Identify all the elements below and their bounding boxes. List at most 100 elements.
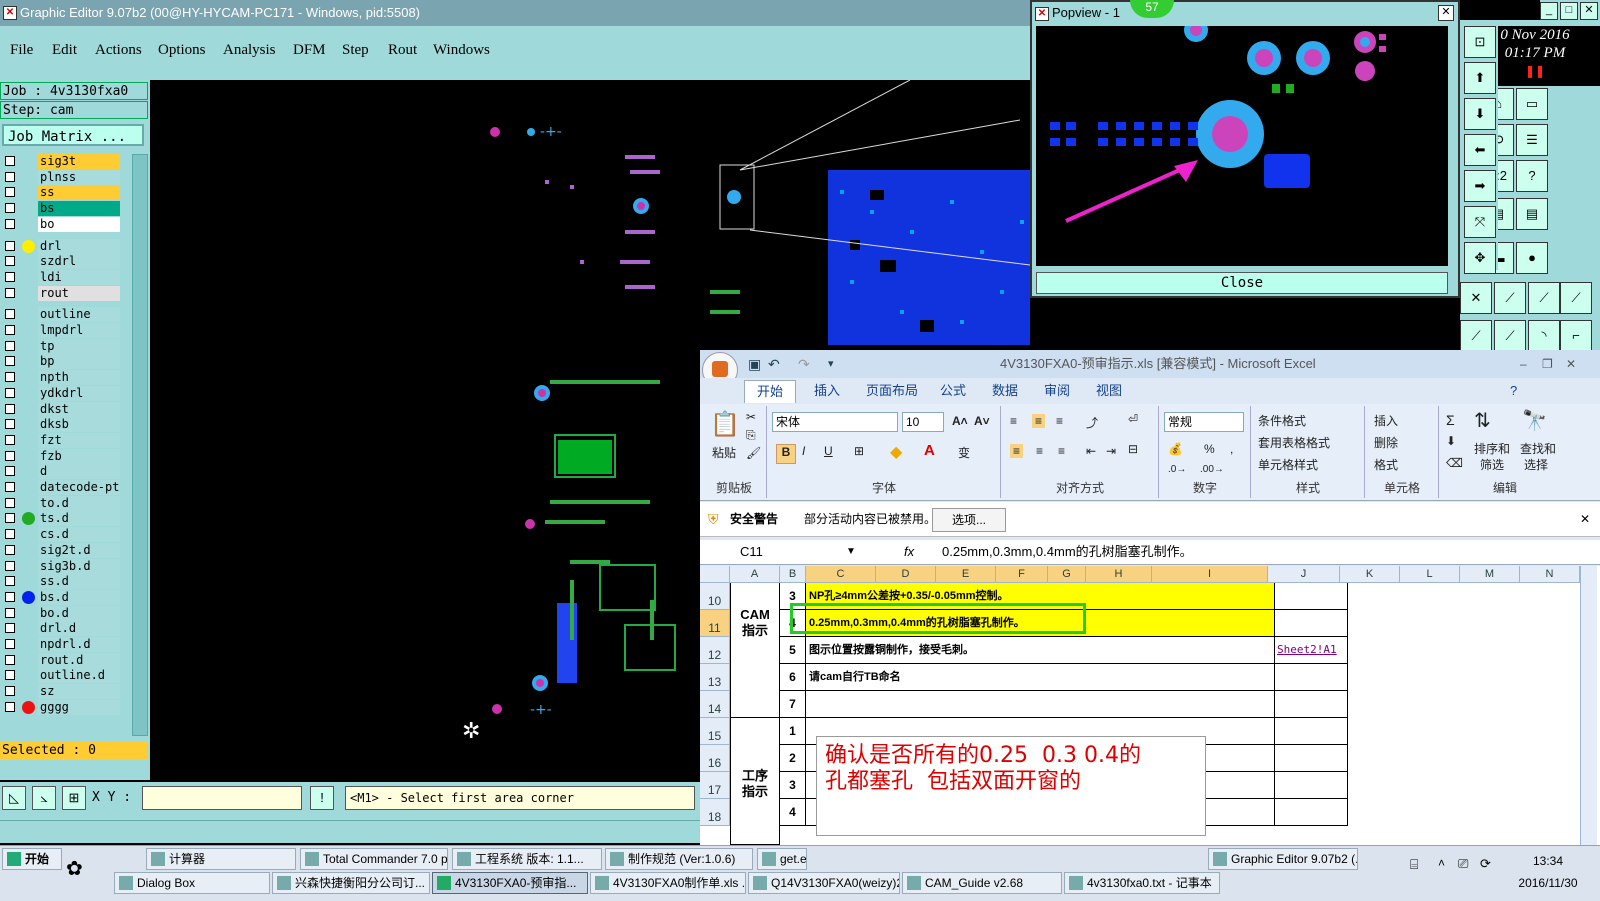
- j-column-cell[interactable]: [1275, 799, 1348, 826]
- layer-checkbox[interactable]: [5, 497, 15, 508]
- format-as-table-button[interactable]: 套用表格格式: [1258, 434, 1330, 451]
- layer-checkbox[interactable]: [5, 482, 15, 492]
- align-top-icon[interactable]: ≡: [1010, 414, 1017, 428]
- link-cell[interactable]: Sheet2!A1: [1275, 637, 1348, 664]
- layer-checkbox[interactable]: [5, 670, 15, 681]
- layer-row[interactable]: cs.d: [2, 527, 120, 543]
- fill-color-icon[interactable]: ◆: [890, 442, 902, 462]
- j-column-cell[interactable]: [1275, 664, 1348, 691]
- layer-checkbox[interactable]: [5, 623, 15, 634]
- layer-scrollbar[interactable]: [132, 154, 148, 736]
- center-icon[interactable]: ✥: [1464, 242, 1496, 274]
- taskbar-button[interactable]: 工程系统 版本: 1.1...: [452, 848, 602, 870]
- taskbar-button[interactable]: 计算器: [146, 848, 296, 870]
- layer-name[interactable]: outline.d: [38, 668, 120, 684]
- item-text-cell[interactable]: 图示位置按露铜制作，接受毛刺。: [806, 637, 1275, 664]
- j-column-cell[interactable]: [1275, 610, 1348, 637]
- tray-app-icon[interactable]: ⎚: [1458, 856, 1468, 872]
- copy-icon[interactable]: ⎘: [746, 428, 756, 443]
- dot-icon[interactable]: ●: [1516, 242, 1548, 274]
- align-bottom-icon[interactable]: ≡: [1056, 414, 1063, 428]
- layer-row[interactable]: ss.d: [2, 574, 120, 590]
- taskbar-button[interactable]: Dialog Box: [114, 872, 270, 894]
- layer-name[interactable]: sig3b.d: [38, 558, 120, 574]
- function-icon[interactable]: fx: [904, 540, 914, 564]
- number-format-select[interactable]: 常规: [1164, 412, 1244, 432]
- layer-row[interactable]: bs.d: [2, 589, 120, 605]
- row-header[interactable]: 11: [700, 610, 730, 637]
- layer-row[interactable]: rout.d: [2, 652, 120, 668]
- zoom-in-icon[interactable]: ⊡: [1464, 26, 1496, 58]
- clear-icon[interactable]: ⌫: [1446, 456, 1463, 470]
- find-select-label[interactable]: 查找和: [1520, 440, 1556, 457]
- layer-name[interactable]: npdrl.d: [38, 637, 120, 652]
- taskbar-button[interactable]: 兴森快捷衡阳分公司订...: [272, 872, 430, 894]
- layer-row[interactable]: sig3b.d: [2, 558, 120, 574]
- insert-cells-button[interactable]: 插入: [1374, 412, 1398, 429]
- layer-name[interactable]: drl: [38, 238, 120, 254]
- column-header[interactable]: B: [780, 566, 806, 583]
- layer-row[interactable]: bo.d: [2, 605, 120, 621]
- popview-close-icon[interactable]: ✕: [1438, 5, 1454, 21]
- layer-row[interactable]: ydkdrl: [2, 385, 120, 401]
- grid-icon[interactable]: ⊞: [62, 786, 86, 810]
- row-header[interactable]: 15: [700, 718, 730, 745]
- red-line-alt-icon[interactable]: ⟋: [1494, 320, 1526, 352]
- layer-name[interactable]: gggg: [38, 699, 120, 715]
- worksheet-grid[interactable]: ABCDEFGHIJKLMN 10 11 12 13 14 15 16 17 18 CAM 指示…: [700, 566, 1600, 845]
- name-box[interactable]: C11: [740, 540, 840, 564]
- warning-close-icon[interactable]: ✕: [1580, 502, 1590, 536]
- layer-name[interactable]: ldi: [38, 269, 120, 285]
- row-header[interactable]: 12: [700, 637, 730, 664]
- menu-edit[interactable]: Edit: [52, 42, 77, 59]
- layer-name[interactable]: bo: [38, 216, 120, 232]
- taskbar-button[interactable]: CAM_Guide v2.68: [902, 872, 1062, 894]
- layer-name[interactable]: d: [38, 464, 120, 480]
- conditional-format-button[interactable]: 条件格式: [1258, 412, 1306, 429]
- layer-row[interactable]: sig3t: [2, 154, 120, 169]
- percent-icon[interactable]: %: [1204, 442, 1215, 456]
- taskbar-button[interactable]: 4v3130fxa0.txt - 记事本: [1064, 872, 1220, 894]
- layer-row[interactable]: sz: [2, 684, 120, 700]
- layer-row[interactable]: rout: [2, 285, 120, 301]
- column-header[interactable]: M: [1460, 566, 1520, 583]
- xy-input[interactable]: [142, 786, 302, 810]
- row-header[interactable]: 14: [700, 691, 730, 718]
- column-header[interactable]: L: [1400, 566, 1460, 583]
- row-header[interactable]: 13: [700, 664, 730, 691]
- layer-name[interactable]: ss.d: [38, 574, 120, 590]
- start-button[interactable]: 开始: [2, 848, 62, 870]
- layer-name[interactable]: drl.d: [38, 621, 120, 637]
- column-header[interactable]: F: [996, 566, 1048, 583]
- taskbar-button[interactable]: get.e: [757, 848, 807, 870]
- taskbar-button[interactable]: Q14V3130FXA0(weizy)2...: [748, 872, 900, 894]
- row-header[interactable]: 18: [700, 799, 730, 826]
- cut-icon[interactable]: ✂: [746, 410, 756, 424]
- j-column-cell[interactable]: [1275, 718, 1348, 745]
- layer-row[interactable]: fzb: [2, 448, 120, 464]
- layer-row[interactable]: bp: [2, 354, 120, 370]
- layer-checkbox[interactable]: [5, 240, 15, 251]
- layer-name[interactable]: dkst: [38, 401, 120, 417]
- excel-help-icon[interactable]: ?: [1510, 380, 1517, 402]
- process-number-cell[interactable]: 1: [780, 718, 806, 745]
- layer-name[interactable]: plnss: [38, 169, 120, 185]
- layer-row[interactable]: szdrl: [2, 254, 120, 270]
- align-center-icon[interactable]: ≡: [1036, 444, 1043, 458]
- undo-icon[interactable]: ↶: [768, 350, 780, 378]
- fill-icon[interactable]: ⬇: [1446, 434, 1456, 448]
- item-text-cell[interactable]: 请cam自行TB命名: [806, 664, 1275, 691]
- orientation-icon[interactable]: ⤴: [1086, 414, 1098, 431]
- info-icon[interactable]: !: [310, 786, 334, 810]
- layer-row[interactable]: lmpdrl: [2, 323, 120, 338]
- find-select-label-2[interactable]: 选择: [1524, 456, 1548, 473]
- layer-row[interactable]: npdrl.d: [2, 637, 120, 652]
- layer-checkbox[interactable]: [5, 287, 15, 298]
- tray-expand-icon[interactable]: ˄: [1438, 856, 1445, 870]
- column-header[interactable]: H: [1086, 566, 1152, 583]
- section-cam-cell[interactable]: CAM 指示: [730, 583, 780, 718]
- border-icon[interactable]: ⊞: [854, 444, 864, 458]
- fit-icon[interactable]: ⤧: [1464, 206, 1496, 238]
- layer-checkbox[interactable]: [5, 340, 15, 351]
- section-process-cell[interactable]: 工序 指示: [730, 718, 780, 845]
